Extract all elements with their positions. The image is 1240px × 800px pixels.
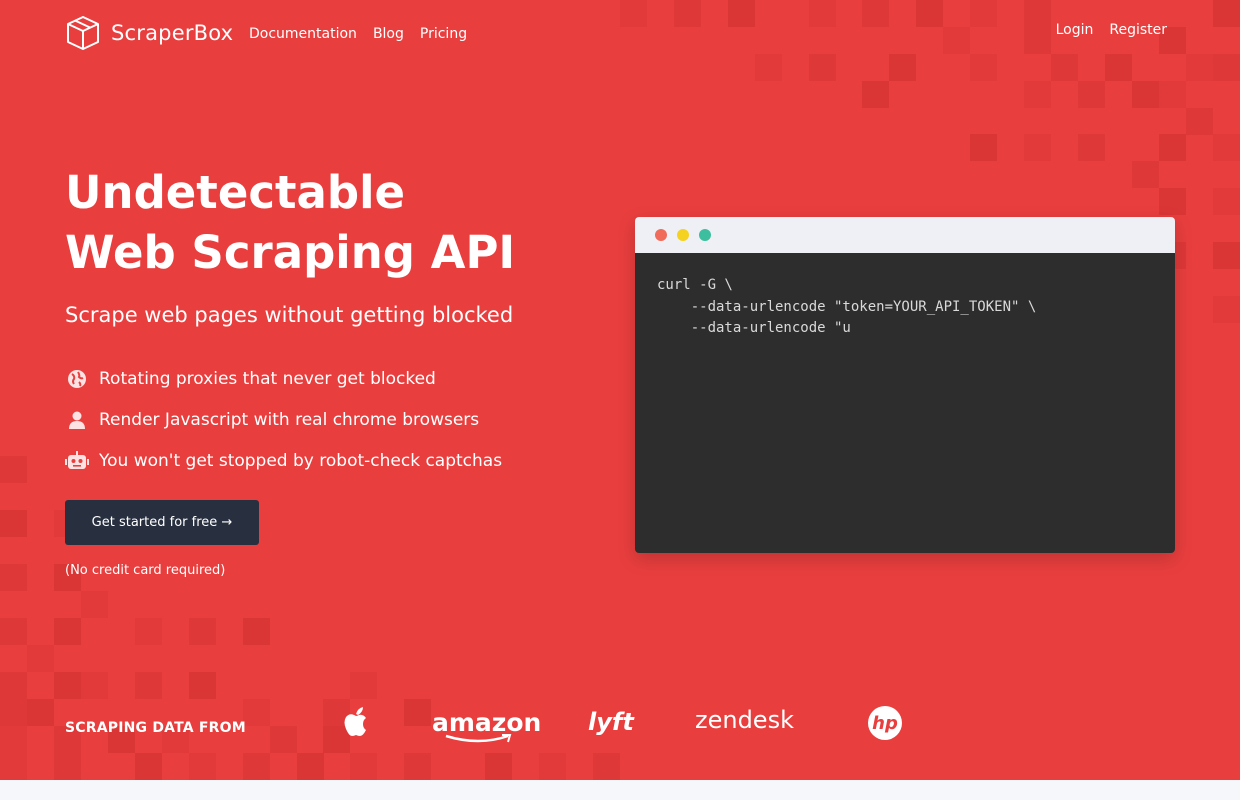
top-navbar: ScraperBox Documentation Blog Pricing Lo… <box>0 0 1240 70</box>
feature-text: Rotating proxies that never get blocked <box>99 368 436 389</box>
decorative-square <box>0 672 27 699</box>
subheadline: Scrape web pages without getting blocked <box>65 303 514 327</box>
feature-item: Rotating proxies that never get blocked <box>65 358 502 399</box>
get-started-button[interactable]: Get started for free → <box>65 500 259 545</box>
next-section-edge <box>0 780 1240 800</box>
decorative-square <box>350 672 377 699</box>
decorative-square <box>297 753 324 780</box>
decorative-square <box>1213 134 1240 161</box>
brand-logo[interactable]: ScraperBox <box>65 15 233 51</box>
user-icon <box>65 408 89 432</box>
decorative-square <box>243 753 270 780</box>
decorative-square <box>135 672 162 699</box>
decorative-square <box>1213 188 1240 215</box>
hero-section: ScraperBox Documentation Blog Pricing Lo… <box>0 0 1240 780</box>
decorative-square <box>862 81 889 108</box>
decorative-square <box>135 753 162 780</box>
client-logos: SCRAPING DATA FROM amazon lyft zendesk h… <box>65 700 1165 750</box>
feature-item: Render Javascript with real chrome brows… <box>65 399 502 440</box>
terminal-titlebar <box>635 217 1175 253</box>
decorative-square <box>54 618 81 645</box>
decorative-square <box>0 618 27 645</box>
decorative-square <box>970 134 997 161</box>
decorative-square <box>0 726 27 753</box>
feature-item: You won't get stopped by robot-check cap… <box>65 440 502 481</box>
decorative-square <box>1159 188 1186 215</box>
box-icon <box>65 15 101 51</box>
decorative-square <box>0 510 27 537</box>
hp-logo: hp <box>868 706 902 740</box>
decorative-square <box>81 591 108 618</box>
decorative-square <box>1078 81 1105 108</box>
feature-list: Rotating proxies that never get blocked … <box>65 358 502 481</box>
decorative-square <box>1159 81 1186 108</box>
decorative-square <box>1159 134 1186 161</box>
nav-blog[interactable]: Blog <box>373 26 404 42</box>
decorative-square <box>1213 242 1240 269</box>
brand-name: ScraperBox <box>111 21 234 45</box>
headline-line-1: Undetectable <box>65 166 406 219</box>
decorative-square <box>54 753 81 780</box>
decorative-square <box>189 618 216 645</box>
minimize-dot-icon <box>677 229 689 241</box>
logos-label: SCRAPING DATA FROM <box>65 720 246 736</box>
lyft-text: lyft <box>588 708 634 736</box>
decorative-square <box>0 753 27 780</box>
decorative-square <box>1213 296 1240 323</box>
hp-text: hp <box>872 712 898 734</box>
decorative-square <box>485 753 512 780</box>
close-dot-icon <box>655 229 667 241</box>
page-title: Undetectable Web Scraping API <box>65 163 515 283</box>
lyft-logo: lyft <box>588 708 634 736</box>
decorative-square <box>0 564 27 591</box>
no-credit-card-note: (No credit card required) <box>65 563 226 578</box>
decorative-square <box>1186 108 1213 135</box>
code-terminal: curl -G \ --data-urlencode "token=YOUR_A… <box>635 217 1175 553</box>
register-link[interactable]: Register <box>1109 22 1167 38</box>
decorative-square <box>135 618 162 645</box>
decorative-square <box>1024 81 1051 108</box>
decorative-square <box>81 672 108 699</box>
decorative-square <box>0 456 27 483</box>
login-link[interactable]: Login <box>1056 22 1094 38</box>
decorative-square <box>1132 81 1159 108</box>
decorative-square <box>350 753 377 780</box>
decorative-square <box>1024 134 1051 161</box>
decorative-square <box>27 699 54 726</box>
feature-text: Render Javascript with real chrome brows… <box>99 409 480 430</box>
decorative-square <box>1078 134 1105 161</box>
decorative-square <box>404 753 431 780</box>
code-snippet: curl -G \ --data-urlencode "token=YOUR_A… <box>635 253 1175 553</box>
decorative-square <box>0 699 27 726</box>
nav-links: Documentation Blog Pricing <box>249 26 467 42</box>
nav-documentation[interactable]: Documentation <box>249 26 357 42</box>
decorative-square <box>593 753 620 780</box>
robot-icon <box>65 449 89 473</box>
decorative-square <box>243 618 270 645</box>
decorative-square <box>189 672 216 699</box>
nav-pricing[interactable]: Pricing <box>420 26 467 42</box>
maximize-dot-icon <box>699 229 711 241</box>
apple-icon <box>343 706 369 742</box>
auth-links: Login Register <box>1056 22 1167 38</box>
decorative-square <box>1132 161 1159 188</box>
zendesk-text: zendesk <box>695 706 794 734</box>
amazon-logo: amazon <box>432 708 542 743</box>
decorative-square <box>539 753 566 780</box>
globe-icon <box>65 367 89 391</box>
decorative-square <box>54 672 81 699</box>
decorative-square <box>27 645 54 672</box>
amazon-text: amazon <box>432 708 542 737</box>
feature-text: You won't get stopped by robot-check cap… <box>99 450 503 471</box>
zendesk-logo: zendesk <box>695 706 794 734</box>
headline-line-2: Web Scraping API <box>65 226 516 279</box>
decorative-square <box>189 753 216 780</box>
